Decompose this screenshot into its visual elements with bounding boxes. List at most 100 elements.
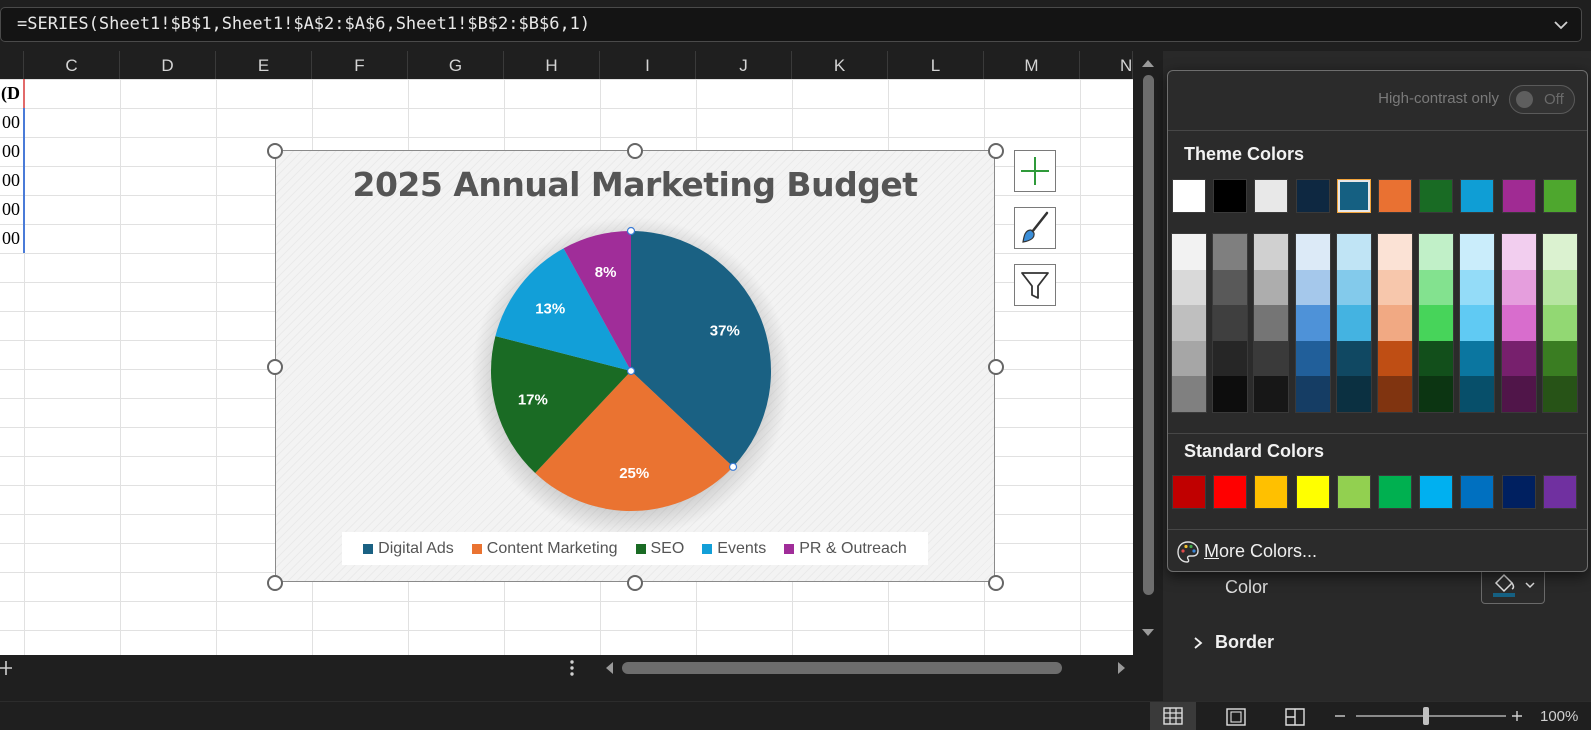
resize-handle-top-left[interactable] [267,143,283,159]
tint-swatch[interactable] [1172,305,1206,342]
tint-swatch[interactable] [1501,305,1536,342]
cell-b6[interactable]: 00 [0,224,25,253]
tint-swatch[interactable] [1172,234,1206,270]
tint-swatch[interactable] [1460,269,1495,306]
resize-handle-right[interactable] [988,359,1004,375]
tint-swatch[interactable] [1295,234,1330,270]
tint-swatch[interactable] [1378,376,1412,413]
tint-swatch[interactable] [1295,305,1330,342]
scroll-up-icon[interactable] [1141,57,1155,69]
add-sheet-icon[interactable] [0,660,14,676]
standard-color-swatch[interactable] [1172,475,1206,509]
tint-swatch[interactable] [1254,340,1289,377]
standard-color-swatch[interactable] [1460,475,1495,509]
column-header[interactable]: I [600,51,696,79]
tint-swatch[interactable] [1378,340,1412,377]
chevron-down-icon[interactable] [1553,18,1569,32]
tint-swatch[interactable] [1213,305,1248,342]
resize-handle-left[interactable] [267,359,283,375]
page-layout-icon[interactable] [1226,708,1246,726]
column-header[interactable]: H [504,51,600,79]
theme-color-swatch[interactable] [1542,179,1577,213]
legend-entry[interactable]: Digital Ads [363,540,454,558]
horizontal-scroll-thumb[interactable] [622,662,1062,674]
chart-elements-button[interactable] [1014,150,1056,192]
horizontal-scrollbar[interactable] [597,655,1137,681]
series-selection-point[interactable] [626,366,636,376]
tint-swatch[interactable] [1542,269,1577,306]
standard-color-swatch[interactable] [1419,475,1454,509]
standard-color-swatch[interactable] [1295,475,1330,509]
legend-entry[interactable]: Content Marketing [471,540,618,558]
standard-color-swatch[interactable] [1542,475,1577,509]
zoom-level[interactable]: 100% [1540,708,1578,725]
tint-swatch[interactable] [1254,269,1289,306]
column-header[interactable]: M [984,51,1080,79]
column-header-partial[interactable] [0,51,24,79]
tint-swatch[interactable] [1336,340,1371,377]
cell-b5[interactable]: 00 [0,195,25,224]
high-contrast-toggle[interactable]: Off [1509,85,1575,114]
normal-view-button[interactable] [1150,702,1196,730]
tint-swatch[interactable] [1542,340,1577,377]
cell-b3[interactable]: 00 [0,137,25,166]
vertical-scrollbar[interactable] [1133,51,1163,655]
resize-handle-bottom-left[interactable] [267,575,283,591]
column-header[interactable]: G [408,51,504,79]
column-header[interactable]: C [24,51,120,79]
theme-color-swatch[interactable] [1419,179,1454,213]
theme-color-swatch[interactable] [1378,179,1412,213]
cell-b4[interactable]: 00 [0,166,25,195]
series-selection-point[interactable] [626,226,636,236]
tint-swatch[interactable] [1295,376,1330,413]
formula-bar[interactable]: =SERIES(Sheet1!$B$1,Sheet1!$A$2:$A$6,She… [0,7,1582,42]
standard-color-swatch[interactable] [1336,475,1371,509]
standard-color-swatch[interactable] [1254,475,1289,509]
tint-swatch[interactable] [1213,234,1248,270]
tint-swatch[interactable] [1460,234,1495,270]
tint-swatch[interactable] [1501,340,1536,377]
tint-swatch[interactable] [1254,234,1289,270]
tint-swatch[interactable] [1172,340,1206,377]
zoom-out-icon[interactable] [1334,710,1346,722]
zoom-slider-thumb[interactable] [1423,707,1429,725]
column-header[interactable]: K [792,51,888,79]
legend-entry[interactable]: SEO [635,540,684,558]
tint-swatch[interactable] [1419,234,1454,270]
column-header[interactable]: E [216,51,312,79]
more-options-icon[interactable] [568,659,576,677]
tint-swatch[interactable] [1295,269,1330,306]
column-header[interactable]: D [120,51,216,79]
pie-chart[interactable]: 37% 25% 17% 13% 8% 2025 Annual Marketing Bud… [275,150,995,582]
tint-swatch[interactable] [1460,305,1495,342]
data-label[interactable]: 13% [535,300,565,317]
tint-swatch[interactable] [1419,340,1454,377]
tint-swatch[interactable] [1378,234,1412,270]
tint-swatch[interactable] [1254,305,1289,342]
tint-swatch[interactable] [1336,269,1371,306]
tint-swatch[interactable] [1172,269,1206,306]
tint-swatch[interactable] [1460,340,1495,377]
theme-color-swatch[interactable] [1295,179,1330,213]
data-label[interactable]: 17% [518,392,548,409]
column-header[interactable]: N [1080,51,1133,79]
tint-swatch[interactable] [1542,376,1577,413]
tint-swatch[interactable] [1419,269,1454,306]
cell-b2[interactable]: 00 [0,108,25,137]
tint-swatch[interactable] [1172,376,1206,413]
chart-styles-button[interactable] [1014,207,1056,249]
data-label[interactable]: 8% [595,264,617,281]
column-header[interactable]: J [696,51,792,79]
tint-swatch[interactable] [1419,305,1454,342]
tint-swatch[interactable] [1460,376,1495,413]
standard-color-swatch[interactable] [1213,475,1248,509]
tint-swatch[interactable] [1501,269,1536,306]
data-label[interactable]: 25% [619,465,649,482]
theme-color-swatch[interactable] [1501,179,1536,213]
scroll-left-icon[interactable] [603,661,615,675]
tint-swatch[interactable] [1419,376,1454,413]
more-colors-button[interactable]: More Colors... [1168,530,1587,571]
border-section-toggle[interactable]: Border [1193,632,1274,653]
theme-color-swatch[interactable] [1336,179,1371,213]
series-selection-point[interactable] [728,462,738,471]
